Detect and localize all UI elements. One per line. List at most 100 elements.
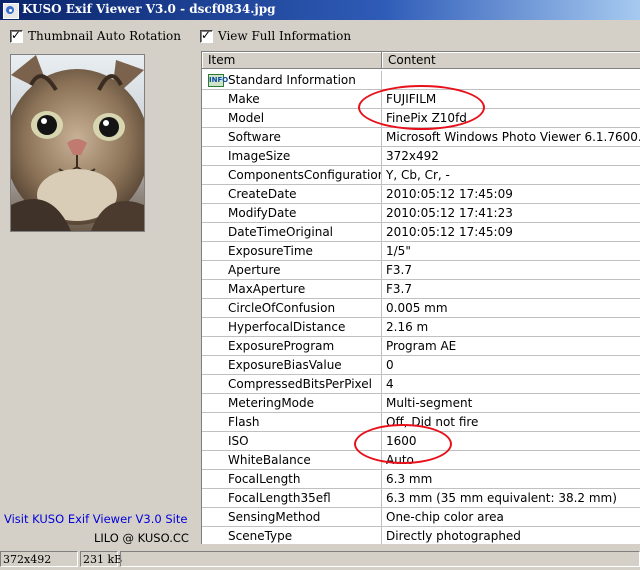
author-credit: LILO @ KUSO.CC <box>94 531 189 545</box>
table-row[interactable]: ExposureBiasValue 0 <box>202 356 640 375</box>
row-item-name: ComponentsConfiguration <box>202 166 382 185</box>
row-item-label: CompressedBitsPerPixel <box>228 377 372 391</box>
row-item-name: WhiteBalance <box>202 451 382 470</box>
thumbnail-auto-rotation-checkbox[interactable]: ✓ <box>10 28 23 43</box>
table-row[interactable]: Flash Off, Did not fire <box>202 413 640 432</box>
row-item-label: HyperfocalDistance <box>228 320 346 334</box>
column-header-content[interactable]: Content <box>382 52 640 69</box>
row-content-value: Y, Cb, Cr, - <box>382 166 640 185</box>
table-row[interactable]: CreateDate 2010:05:12 17:45:09 <box>202 185 640 204</box>
row-item-label: SensingMethod <box>228 510 321 524</box>
row-item-name: SceneType <box>202 527 382 544</box>
row-content-value: FinePix Z10fd <box>382 109 640 128</box>
row-content-value: Off, Did not fire <box>382 413 640 432</box>
row-item-label: ExposureTime <box>228 244 313 258</box>
grid-rows: INFO Standard Information Make FUJIFILM Mode… <box>202 71 640 544</box>
table-row[interactable]: ComponentsConfiguration Y, Cb, Cr, - <box>202 166 640 185</box>
camera-app-icon[interactable] <box>3 3 19 19</box>
status-dimensions: 372x492 <box>0 551 78 567</box>
row-item-name: ImageSize <box>202 147 382 166</box>
status-filesize: 231 kB <box>80 551 122 567</box>
row-content-value: Program AE <box>382 337 640 356</box>
row-item-name: ModifyDate <box>202 204 382 223</box>
cat-photo <box>11 55 144 231</box>
row-content-value: 6.3 mm (35 mm equivalent: 38.2 mm) <box>382 489 640 508</box>
table-row[interactable]: Software Microsoft Windows Photo Viewer 6… <box>202 128 640 147</box>
table-row[interactable]: MeteringMode Multi-segment <box>202 394 640 413</box>
row-item-name: ExposureTime <box>202 242 382 261</box>
row-content-value: 0 <box>382 356 640 375</box>
row-item-label: ModifyDate <box>228 206 297 220</box>
row-content-value: 1600 <box>382 432 640 451</box>
row-item-name: CircleOfConfusion <box>202 299 382 318</box>
row-item-label: Model <box>228 111 265 125</box>
row-content-value: One-chip color area <box>382 508 640 527</box>
table-row[interactable]: ModifyDate 2010:05:12 17:41:23 <box>202 204 640 223</box>
table-row[interactable]: HyperfocalDistance 2.16 m <box>202 318 640 337</box>
table-row[interactable]: INFO Standard Information <box>202 71 640 90</box>
table-row[interactable]: FocalLength 6.3 mm <box>202 470 640 489</box>
row-content-value <box>382 71 640 90</box>
row-item-label: Aperture <box>228 263 281 277</box>
table-row[interactable]: ExposureTime 1/5" <box>202 242 640 261</box>
row-item-name: DateTimeOriginal <box>202 223 382 242</box>
table-row[interactable]: Make FUJIFILM <box>202 90 640 109</box>
table-row[interactable]: Model FinePix Z10fd <box>202 109 640 128</box>
row-item-name: FocalLength <box>202 470 382 489</box>
row-item-label: Software <box>228 130 281 144</box>
row-item-label: CreateDate <box>228 187 297 201</box>
row-item-name: HyperfocalDistance <box>202 318 382 337</box>
row-content-value: 1/5" <box>382 242 640 261</box>
row-item-label: ComponentsConfiguration <box>228 168 382 182</box>
row-content-value: F3.7 <box>382 261 640 280</box>
view-full-information-checkbox[interactable]: ✓ <box>200 28 213 43</box>
row-content-value: Auto <box>382 451 640 470</box>
row-content-value: 4 <box>382 375 640 394</box>
status-panel-empty <box>120 551 640 567</box>
row-item-label: ExposureBiasValue <box>228 358 342 372</box>
exif-info-grid[interactable]: Item Content INFO Standard Information Mak… <box>201 51 640 544</box>
row-content-value: 2010:05:12 17:41:23 <box>382 204 640 223</box>
row-item-label: MeteringMode <box>228 396 315 410</box>
table-row[interactable]: ExposureProgram Program AE <box>202 337 640 356</box>
row-content-value: 372x492 <box>382 147 640 166</box>
table-row[interactable]: SensingMethod One-chip color area <box>202 508 640 527</box>
row-content-value: 2.16 m <box>382 318 640 337</box>
table-row[interactable]: Aperture F3.7 <box>202 261 640 280</box>
table-row[interactable]: DateTimeOriginal 2010:05:12 17:45:09 <box>202 223 640 242</box>
row-content-value: Multi-segment <box>382 394 640 413</box>
row-item-name: ExposureProgram <box>202 337 382 356</box>
table-row[interactable]: CompressedBitsPerPixel 4 <box>202 375 640 394</box>
table-row[interactable]: WhiteBalance Auto <box>202 451 640 470</box>
row-content-value: 2010:05:12 17:45:09 <box>382 223 640 242</box>
row-item-name: MaxAperture <box>202 280 382 299</box>
row-item-label: CircleOfConfusion <box>228 301 336 315</box>
row-item-label: Flash <box>228 415 260 429</box>
row-content-value: Microsoft Windows Photo Viewer 6.1.7600.… <box>382 128 640 147</box>
row-item-name: CompressedBitsPerPixel <box>202 375 382 394</box>
row-item-name: CreateDate <box>202 185 382 204</box>
table-row[interactable]: CircleOfConfusion 0.005 mm <box>202 299 640 318</box>
row-item-name: Make <box>202 90 382 109</box>
row-item-name: FocalLength35efl <box>202 489 382 508</box>
row-item-name: SensingMethod <box>202 508 382 527</box>
checkmark-icon: ✓ <box>201 28 212 42</box>
row-content-value: FUJIFILM <box>382 90 640 109</box>
row-item-label: Make <box>228 92 260 106</box>
row-item-name: Aperture <box>202 261 382 280</box>
row-content-value: Directly photographed <box>382 527 640 544</box>
visit-site-link[interactable]: Visit KUSO Exif Viewer V3.0 Site <box>4 512 187 526</box>
thumbnail-auto-rotation-label: Thumbnail Auto Rotation <box>28 29 181 43</box>
title-bar[interactable]: KUSO Exif Viewer V3.0 - dscf0834.jpg <box>0 0 640 20</box>
row-item-name: ExposureBiasValue <box>202 356 382 375</box>
table-row[interactable]: ImageSize 372x492 <box>202 147 640 166</box>
table-row[interactable]: MaxAperture F3.7 <box>202 280 640 299</box>
table-row[interactable]: ISO 1600 <box>202 432 640 451</box>
column-header-item[interactable]: Item <box>202 52 382 69</box>
table-row[interactable]: FocalLength35efl 6.3 mm (35 mm equivalent… <box>202 489 640 508</box>
status-bar: 372x492 231 kB <box>0 549 640 570</box>
table-row[interactable]: SceneType Directly photographed <box>202 527 640 544</box>
checkmark-icon: ✓ <box>11 28 22 42</box>
window-title: KUSO Exif Viewer V3.0 - dscf0834.jpg <box>22 2 276 16</box>
row-content-value: F3.7 <box>382 280 640 299</box>
